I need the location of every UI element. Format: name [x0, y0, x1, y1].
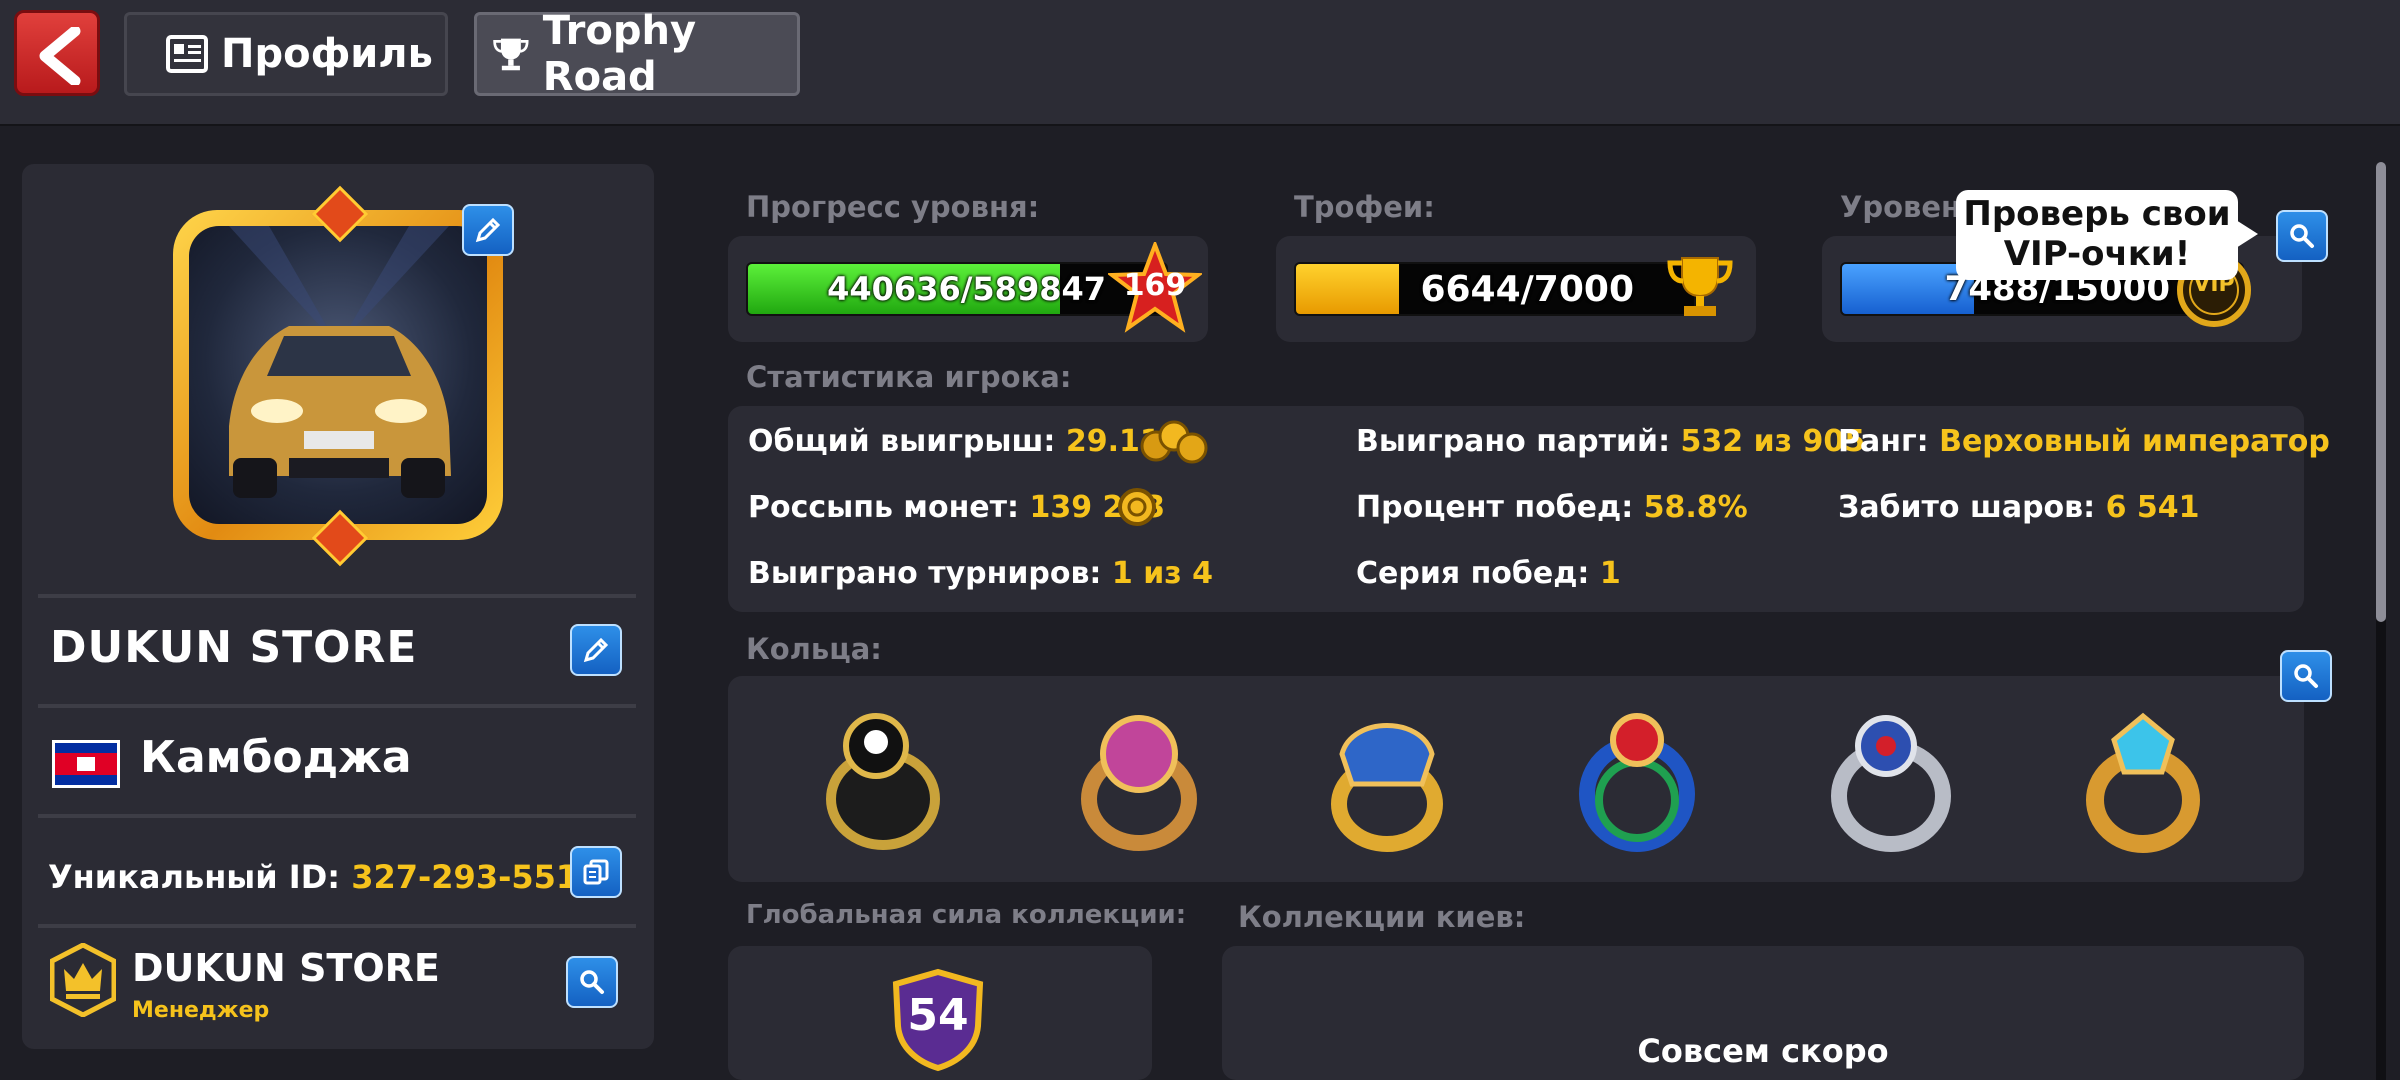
edit-avatar-button[interactable]: [462, 204, 514, 256]
stat-rank-value: Верховный император: [1939, 424, 2330, 459]
cambodia-flag-icon: [52, 740, 120, 788]
stat-games-won: Выиграно партий: 532 из 905: [1356, 424, 1865, 459]
trophies-label: Трофеи:: [1294, 190, 1435, 224]
search-icon: [2290, 224, 2314, 248]
club-search-button[interactable]: [566, 956, 618, 1008]
rings-search-button[interactable]: [2280, 650, 2332, 702]
stat-coin-scatter-label: Россыпь монет:: [748, 490, 1020, 525]
scrollbar-track: [2376, 620, 2386, 1080]
profile-card-icon: [166, 35, 208, 73]
divider: [38, 924, 636, 928]
vip-search-button[interactable]: [2276, 210, 2328, 262]
level-progress-text: 440636/589847: [827, 270, 1106, 308]
avatar[interactable]: [173, 210, 503, 540]
club-role: Менеджер: [132, 998, 270, 1023]
stat-total-win-label: Общий выигрыш:: [748, 424, 1056, 459]
collection-power-label: Глобальная сила коллекции:: [746, 900, 1187, 930]
club-name: DUKUN STORE: [132, 946, 440, 990]
stat-tournaments-label: Выиграно турниров:: [748, 556, 1102, 591]
ring-3-icon[interactable]: [1312, 704, 1462, 854]
player-stats-label: Статистика игрока:: [746, 360, 1072, 394]
trophies-bar: 6644/7000: [1294, 262, 1696, 316]
stat-rank: Ранг: Верховный император: [1838, 424, 2330, 459]
country-name: Камбоджа: [140, 732, 412, 783]
club-crown-icon: [50, 943, 116, 1017]
stat-tournaments-value: 1 из 4: [1111, 556, 1213, 591]
coins-pile-icon: [1140, 420, 1208, 464]
stat-coin-scatter: Россыпь монет: 139 223: [748, 490, 1165, 525]
coming-soon-text: Совсем скоро: [1637, 1032, 1889, 1070]
copy-icon: [583, 859, 609, 885]
pencil-icon: [583, 637, 609, 663]
cue-collections-label: Коллекции киев:: [1238, 900, 1526, 934]
ring-1-icon[interactable]: [808, 704, 958, 854]
unique-id-label: Уникальный ID:: [48, 858, 341, 896]
back-button[interactable]: [14, 10, 100, 96]
stat-tournaments: Выиграно турниров: 1 из 4: [748, 556, 1213, 591]
search-icon: [580, 970, 604, 994]
vip-tooltip[interactable]: Проверь свои VIP-очки!: [1956, 190, 2258, 280]
back-arrow-icon: [39, 27, 81, 85]
divider: [38, 814, 636, 818]
pencil-icon: [475, 217, 501, 243]
vip-tooltip-line1: Проверь свои: [1963, 194, 2231, 234]
scrollbar-thumb[interactable]: [2376, 162, 2386, 622]
tab-trophy-road-label: Trophy Road: [542, 8, 697, 100]
trophy-icon: [493, 38, 529, 71]
sports-car-icon: [229, 226, 451, 498]
unique-id: Уникальный ID: 327-293-551-7: [48, 858, 614, 896]
stat-games-won-label: Выиграно партий:: [1356, 424, 1671, 459]
search-icon: [2294, 664, 2318, 688]
player-name: DUKUN STORE: [50, 622, 418, 673]
avatar-image: [189, 226, 487, 524]
ring-5-icon[interactable]: [1816, 704, 1966, 854]
level-progress-bar: 440636/589847: [746, 262, 1168, 316]
ring-4-icon[interactable]: [1562, 704, 1712, 854]
stat-balls-potted-value: 6 541: [2105, 490, 2200, 525]
stat-win-percent-value: 58.8%: [1643, 490, 1748, 525]
tab-trophy-road[interactable]: Trophy Road: [474, 8, 800, 100]
stat-rank-label: Ранг:: [1838, 424, 1929, 459]
trophies-text: 6644/7000: [1420, 268, 1634, 310]
level-progress-label: Прогресс уровня:: [746, 190, 1040, 224]
stat-win-percent: Процент побед: 58.8%: [1356, 490, 1748, 525]
stat-win-streak: Серия побед: 1: [1356, 556, 1621, 591]
stat-balls-potted-label: Забито шаров:: [1838, 490, 2096, 525]
edit-name-button[interactable]: [570, 624, 622, 676]
stat-win-percent-label: Процент побед:: [1356, 490, 1634, 525]
stat-balls-potted: Забито шаров: 6 541: [1838, 490, 2200, 525]
divider: [38, 594, 636, 598]
stat-total-win: Общий выигрыш: 29.11B: [748, 424, 1184, 459]
tab-profile-label: Профиль: [221, 31, 433, 77]
stat-win-streak-label: Серия побед:: [1356, 556, 1590, 591]
stat-win-streak-value: 1: [1599, 556, 1621, 591]
ring-6-icon[interactable]: [2068, 704, 2218, 854]
copy-id-button[interactable]: [570, 846, 622, 898]
rings-label: Кольца:: [746, 632, 882, 666]
trophy-icon: [1667, 257, 1733, 316]
level-number: 169: [1123, 268, 1187, 303]
collection-power-value: 54: [907, 990, 969, 1041]
vip-tooltip-line2: VIP-очки!: [2003, 234, 2191, 274]
coin-icon: [1118, 488, 1156, 526]
tab-profile[interactable]: Профиль: [124, 12, 448, 96]
ring-2-icon[interactable]: [1064, 704, 1214, 854]
divider: [38, 704, 636, 708]
